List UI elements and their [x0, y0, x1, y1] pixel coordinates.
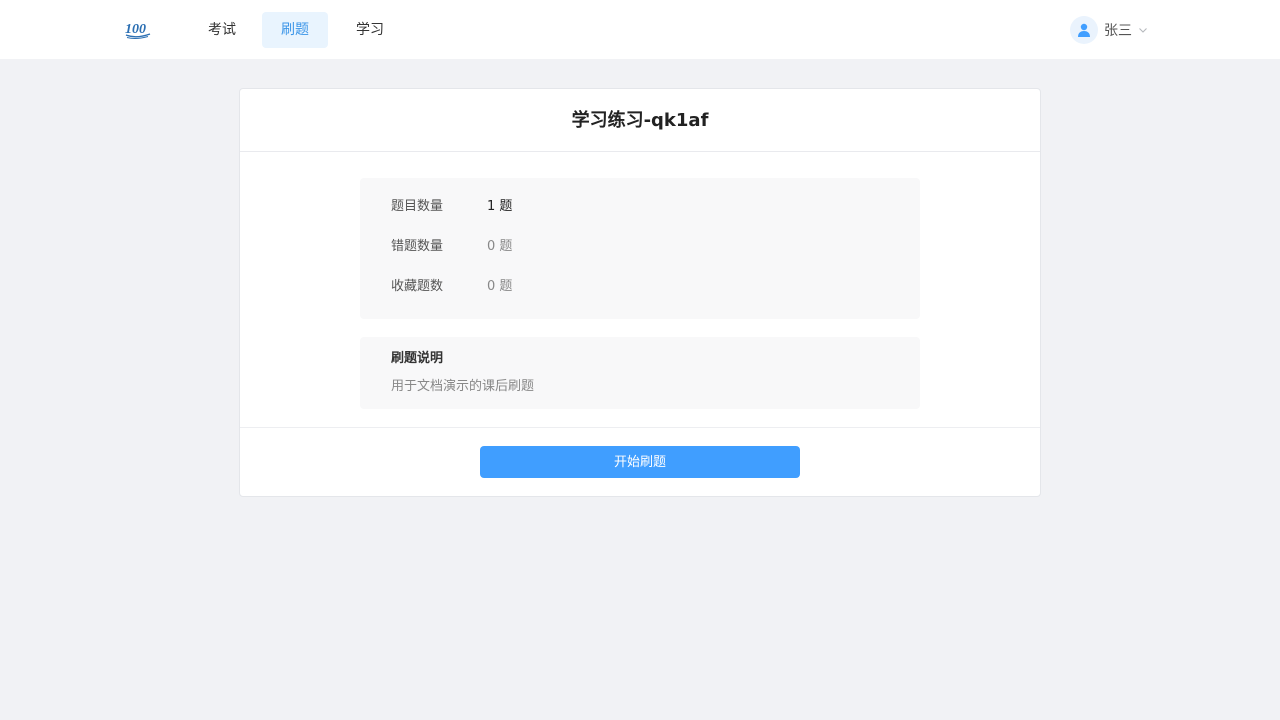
chevron-down-icon[interactable] [1138, 25, 1148, 35]
page-title: 学习练习-qk1af [240, 89, 1040, 152]
stat-label: 收藏题数 [391, 279, 444, 294]
stat-value: 0 题 [487, 239, 513, 254]
user-name[interactable]: 张三 [1104, 20, 1132, 40]
stat-row-favorite-count: 收藏题数 0 题 [391, 277, 512, 297]
start-practice-button[interactable]: 开始刷题 [480, 446, 800, 478]
user-menu[interactable]: 张三 [1070, 16, 1148, 44]
stat-label: 题目数量 [391, 199, 444, 214]
stat-value: 0 题 [487, 279, 513, 294]
user-icon [1078, 23, 1090, 37]
avatar[interactable] [1070, 16, 1098, 44]
footer-divider [240, 427, 1040, 428]
nav-tab-study[interactable]: 学习 [344, 12, 396, 48]
logo-100-icon[interactable]: 100 [124, 20, 152, 40]
description-text: 用于文档演示的课后刷题 [391, 379, 535, 394]
logo-text: 100 [125, 22, 146, 37]
stat-label: 错题数量 [391, 239, 444, 254]
description-heading: 刷题说明 [391, 351, 444, 366]
description-panel: 刷题说明 用于文档演示的课后刷题 [360, 337, 920, 409]
nav-tab-practice[interactable]: 刷题 [262, 12, 328, 48]
stat-value: 1 题 [487, 199, 513, 214]
practice-card: 学习练习-qk1af 题目数量 1 题 错题数量 0 题 收藏题数 0 题 刷题… [239, 88, 1041, 497]
nav-tab-exam[interactable]: 考试 [196, 12, 248, 48]
stat-row-question-count: 题目数量 1 题 [391, 197, 512, 217]
stat-row-wrong-count: 错题数量 0 题 [391, 237, 512, 257]
top-navigation-bar: 100 考试 刷题 学习 张三 [0, 0, 1280, 59]
stats-panel: 题目数量 1 题 错题数量 0 题 收藏题数 0 题 [360, 178, 920, 319]
